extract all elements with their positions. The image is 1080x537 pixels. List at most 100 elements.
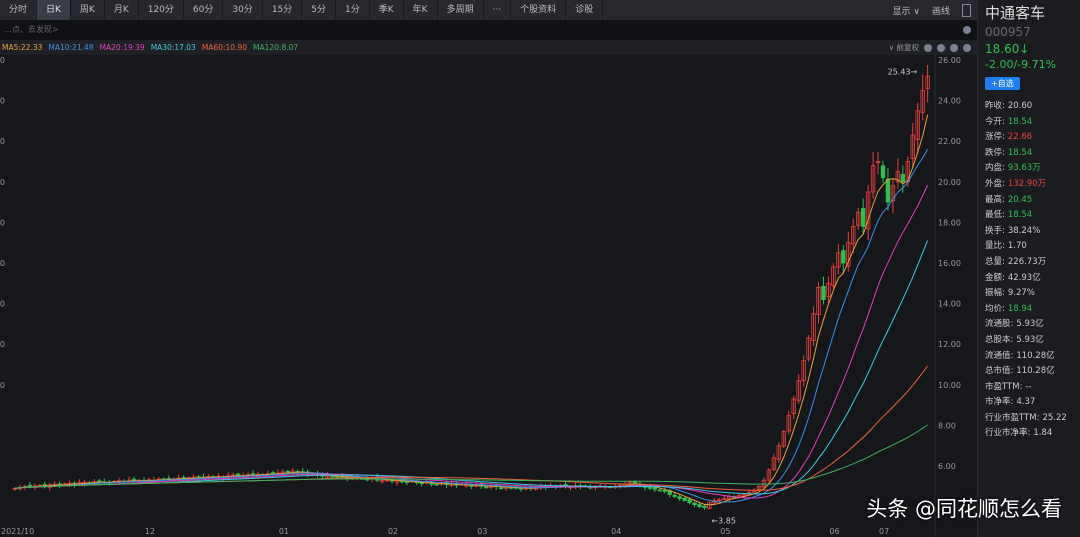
stat-label: 总股本: <box>985 334 1014 345</box>
settings-dot-icon[interactable] <box>963 26 971 34</box>
zoom-in-icon[interactable] <box>937 43 945 52</box>
candle-body <box>429 482 434 485</box>
draw-line-button[interactable]: 画线 <box>932 4 950 17</box>
stat-label: 量比: <box>985 241 1005 252</box>
stat-label: 市盈TTM: <box>985 381 1023 392</box>
stat-label: 金额: <box>985 272 1005 283</box>
ma10-line <box>14 149 929 503</box>
stat-value: 38.24% <box>1007 225 1041 236</box>
high-price-label: 25.43→ <box>888 68 918 77</box>
stat-label: 跌停: <box>985 147 1005 158</box>
stat-label: 均价: <box>985 303 1005 314</box>
candle-body <box>27 484 33 488</box>
stat-label: 今开: <box>985 116 1005 127</box>
candle-body <box>841 250 846 264</box>
stat-row: 流通股: 5.93亿 <box>985 317 1080 333</box>
ma-legend-item: MA30:17.03 <box>150 43 196 52</box>
tab-11[interactable]: 年K <box>404 0 438 20</box>
stat-row: 量比: 1.70 <box>985 239 1080 255</box>
display-dropdown[interactable]: 显示 ∨ <box>893 4 920 17</box>
stat-value: 5.93亿 <box>1016 319 1044 330</box>
ma-legend-item: MA10:21.48 <box>48 43 94 52</box>
watermark: 头条 @同花顺怎么看 <box>866 497 1062 521</box>
stat-value: 42.93亿 <box>1007 272 1041 283</box>
toolbar-right: 显示 ∨ 画线 <box>893 0 977 20</box>
candle-body <box>672 494 677 497</box>
zoom-out-icon[interactable] <box>924 43 932 52</box>
tab-15[interactable]: 诊股 <box>566 0 604 20</box>
tab-4[interactable]: 120分 <box>139 0 184 20</box>
layout-icon[interactable] <box>962 3 971 17</box>
stat-row: 换手: 38.24% <box>985 224 1080 240</box>
ma-legend: MA5:22.33 MA10:21.48 MA20:19.39 MA30:17.03 M… <box>0 40 977 55</box>
y-tick-label: 24.00 <box>938 97 961 106</box>
ma-legend-item: MA20:19.39 <box>99 43 145 52</box>
stat-label: 流通股: <box>985 319 1014 330</box>
tab-9[interactable]: 1分 <box>336 0 370 20</box>
stat-value: 1.70 <box>1007 241 1027 252</box>
stat-value: 132.90万 <box>1007 178 1047 189</box>
tab-13[interactable]: ··· <box>484 0 512 20</box>
x-tick-label: 01 <box>279 527 289 536</box>
candle-body <box>285 470 290 473</box>
tab-2[interactable]: 周K <box>71 0 105 20</box>
candle-body <box>97 480 102 483</box>
candle-body <box>702 505 707 509</box>
stat-label: 内盘: <box>985 163 1005 174</box>
tab-1[interactable]: 日K <box>37 0 71 20</box>
candle-body <box>652 486 658 490</box>
left-y-tick-label: 20.00 <box>0 178 5 187</box>
stat-value: 93.63万 <box>1007 163 1041 174</box>
stat-value: 18.54 <box>1007 210 1033 221</box>
candle-body <box>498 487 504 490</box>
stat-row: 内盘: 93.63万 <box>985 161 1080 177</box>
tab-0[interactable]: 分时 <box>0 0 38 20</box>
y-tick-label: 16.00 <box>938 259 961 268</box>
stat-row: 今开: 18.54 <box>985 115 1080 131</box>
x-tick-label: 03 <box>477 527 487 536</box>
left-y-tick-label: 16.00 <box>0 259 5 268</box>
stat-value: 18.54 <box>1007 116 1033 127</box>
ma5-line <box>14 114 929 506</box>
tab-7[interactable]: 15分 <box>263 0 303 20</box>
tab-10[interactable]: 季K <box>370 0 404 20</box>
tab-12[interactable]: 多周期 <box>438 0 484 20</box>
ma120-line <box>14 424 928 489</box>
settings-icon[interactable] <box>963 43 971 52</box>
y-tick-label: 14.00 <box>938 300 961 309</box>
stat-value: 1.84 <box>1033 428 1053 439</box>
quote-panel: 中通客车 000957 18.60↓ -2.00/-9.71% +自选 昨收: 2… <box>977 0 1080 537</box>
candle-body <box>860 208 866 227</box>
x-tick-label: 02 <box>388 527 398 536</box>
add-watchlist-button[interactable]: +自选 <box>985 77 1020 90</box>
stat-row: 涨停: 22.66 <box>985 130 1080 146</box>
tab-14[interactable]: 个股资料 <box>511 0 567 20</box>
tab-5[interactable]: 60分 <box>184 0 224 20</box>
y-tick-label: 12.00 <box>938 340 961 349</box>
kline-chart[interactable]: 26.00 26.00 24.00 24.00 22.00 22.00 20.00 20.00… <box>0 55 977 537</box>
tab-3[interactable]: 月K <box>105 0 139 20</box>
tab-6[interactable]: 30分 <box>223 0 263 20</box>
stat-label: 行业市盈TTM: <box>985 412 1040 423</box>
stock-code: 000957 <box>985 25 1031 39</box>
low-price-label: ←3.85 <box>711 517 736 526</box>
stat-value: 9.27% <box>1007 288 1035 299</box>
stat-value: 18.94 <box>1007 303 1033 314</box>
ma-legend-item: MA5:22.33 <box>2 43 43 52</box>
ma-legend-item: MA120:8.07 <box>253 43 299 52</box>
move-icon[interactable] <box>950 43 958 52</box>
stat-value: 110.28亿 <box>1016 366 1055 377</box>
y-tick-label: 10.00 <box>938 381 961 390</box>
stat-row: 流通值: 110.28亿 <box>985 349 1080 365</box>
stat-value: 18.54 <box>1007 147 1033 158</box>
info-text[interactable]: …点、去发现> <box>4 25 59 34</box>
y-tick-label: 18.00 <box>938 218 961 227</box>
candle-body <box>434 483 439 486</box>
left-y-tick-label: 12.00 <box>0 340 5 349</box>
stat-value: 25.22 <box>1042 412 1067 423</box>
left-y-tick-label: 22.00 <box>0 137 5 146</box>
stat-row: 振幅: 9.27% <box>985 286 1080 302</box>
adjust-dropdown[interactable]: ∨ 前复权 <box>889 40 919 55</box>
tab-8[interactable]: 5分 <box>302 0 337 20</box>
x-tick-label: 07 <box>879 527 889 536</box>
